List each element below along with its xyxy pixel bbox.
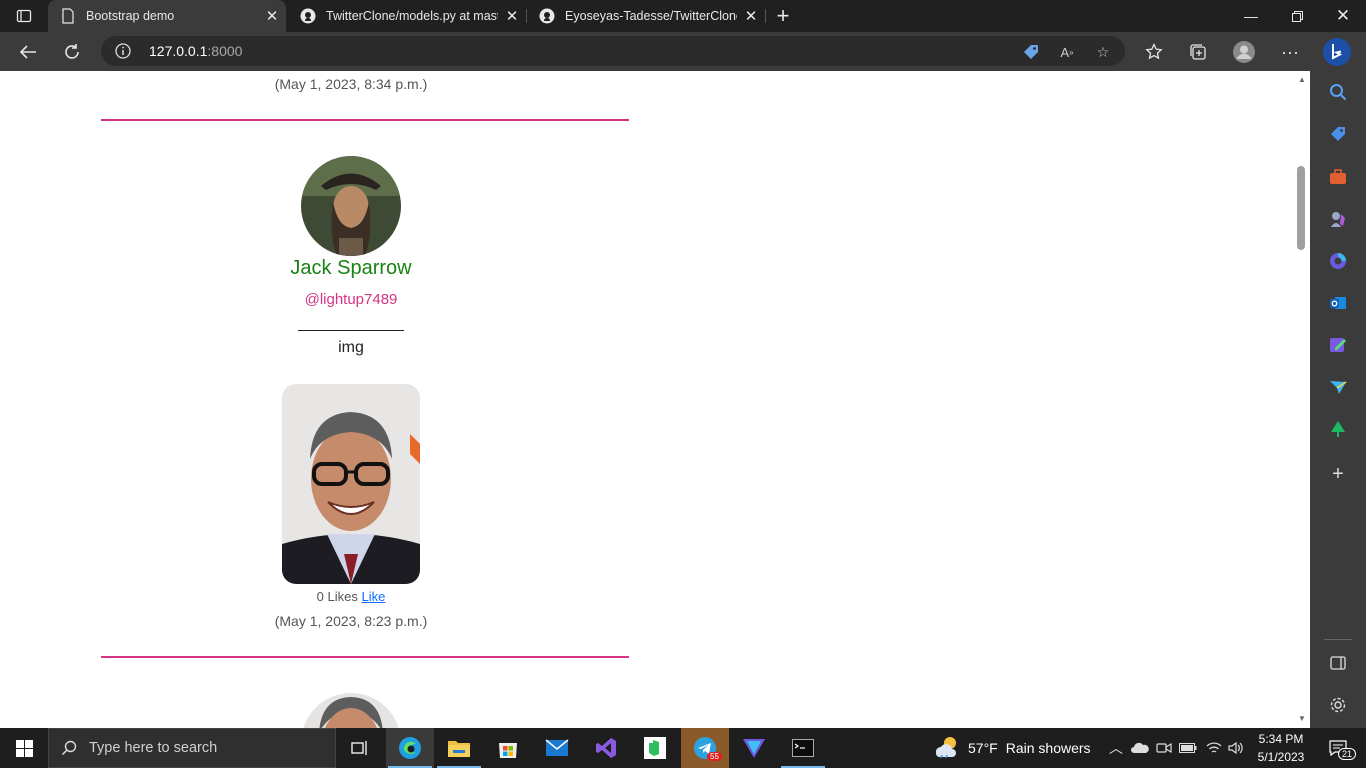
send-icon[interactable] — [1327, 376, 1349, 398]
close-tab-icon[interactable]: ✕ — [498, 0, 526, 32]
read-aloud-icon[interactable]: A» — [1057, 42, 1077, 62]
weather-description: Rain showers — [1005, 740, 1091, 756]
tab-actions-menu-icon[interactable] — [0, 0, 48, 32]
clock-date: 5/1/2023 — [1257, 750, 1305, 764]
text-separator-line — [298, 330, 404, 331]
games-icon[interactable] — [1327, 208, 1349, 230]
tab-title: TwitterClone/models.py at maste — [326, 9, 498, 23]
next-post-avatar[interactable] — [301, 693, 401, 728]
volume-icon[interactable] — [1224, 728, 1248, 768]
notification-center-icon[interactable]: 21 — [1318, 728, 1358, 768]
browser-tab-bar: Bootstrap demo ✕ TwitterClone/models.py … — [0, 0, 1366, 32]
page-viewport: (May 1, 2023, 8:34 p.m.) Jack Sparrow @l… — [0, 71, 1294, 728]
tab-bootstrap-demo[interactable]: Bootstrap demo ✕ — [48, 0, 286, 32]
close-tab-icon[interactable]: ✕ — [258, 0, 286, 32]
site-info-icon[interactable] — [115, 43, 131, 59]
post-divider — [101, 656, 629, 658]
onedrive-icon[interactable] — [1128, 728, 1152, 768]
settings-more-icon[interactable]: ··· — [1273, 35, 1307, 69]
mail-icon[interactable] — [533, 728, 581, 768]
github-icon — [300, 8, 316, 24]
add-favorite-icon[interactable]: ☆ — [1093, 42, 1113, 62]
restore-button[interactable] — [1274, 0, 1320, 32]
tab-twitterclone-repo[interactable]: Eyoseyas-Tadesse/TwitterClone: S ✕ — [527, 0, 765, 32]
meet-now-icon[interactable] — [1152, 728, 1176, 768]
task-view-icon[interactable] — [336, 728, 384, 768]
like-link[interactable]: Like — [361, 589, 385, 604]
browser-toolbar: 127.0.0.1:8000 A» ☆ ··· — [0, 32, 1366, 71]
taskbar-search-box[interactable]: Type here to search — [48, 728, 336, 768]
favorites-icon[interactable] — [1137, 35, 1171, 69]
edge-app-icon[interactable] — [386, 728, 434, 768]
system-clock[interactable]: 5:34 PM 5/1/2023 — [1250, 730, 1312, 766]
refresh-button[interactable] — [55, 35, 89, 69]
shopping-icon[interactable] — [1327, 123, 1349, 145]
sidebar-settings-icon[interactable] — [1327, 694, 1349, 716]
notification-count: 21 — [1338, 748, 1357, 760]
address-bar[interactable]: 127.0.0.1:8000 A» ☆ — [101, 36, 1125, 66]
battery-icon[interactable] — [1176, 728, 1200, 768]
post-date: (May 1, 2023, 8:34 p.m.) — [274, 76, 428, 92]
author-handle[interactable]: @lightup7489 — [101, 291, 601, 308]
terminal-icon[interactable] — [779, 728, 827, 768]
weather-temp: 57°F — [968, 740, 998, 756]
github-icon — [539, 8, 555, 24]
scroll-down-arrow[interactable]: ▼ — [1296, 714, 1308, 724]
search-placeholder: Type here to search — [89, 740, 218, 756]
wifi-icon[interactable] — [1202, 728, 1226, 768]
windows-start-icon[interactable] — [0, 728, 48, 768]
windows-taskbar: Type here to search 55 57°F Rain showers… — [0, 728, 1366, 768]
microsoft-365-icon[interactable] — [1327, 250, 1349, 272]
likes-row: 0 Likes Like — [101, 589, 601, 604]
minimize-button[interactable]: — — [1228, 0, 1274, 32]
close-window-button[interactable]: ✕ — [1320, 0, 1366, 32]
outlook-icon[interactable] — [1327, 292, 1349, 314]
tab-models-py[interactable]: TwitterClone/models.py at maste ✕ — [288, 0, 526, 32]
likes-count: 0 Likes — [316, 589, 358, 604]
post-image[interactable] — [282, 384, 420, 584]
close-tab-icon[interactable]: ✕ — [737, 0, 765, 32]
new-tab-button[interactable]: + — [768, 0, 798, 32]
edge-sidebar: + — [1310, 71, 1366, 728]
tab-title: Eyoseyas-Tadesse/TwitterClone: S — [565, 9, 737, 23]
vpn-icon[interactable] — [730, 728, 778, 768]
designer-icon[interactable] — [1327, 334, 1349, 356]
scrollbar-thumb[interactable] — [1297, 166, 1305, 250]
add-sidebar-app-icon[interactable]: + — [1327, 463, 1349, 485]
weather-widget[interactable]: 57°F Rain showers — [932, 728, 1091, 768]
post-text: img — [338, 339, 364, 356]
scroll-up-arrow[interactable]: ▲ — [1296, 75, 1308, 85]
clock-time: 5:34 PM — [1258, 732, 1304, 746]
telegram-icon[interactable]: 55 — [681, 728, 729, 768]
tools-icon[interactable] — [1327, 166, 1349, 188]
search-icon[interactable] — [1327, 81, 1349, 103]
microsoft-store-icon[interactable] — [484, 728, 532, 768]
profile-avatar[interactable] — [1227, 35, 1261, 69]
post-date: (May 1, 2023, 8:23 p.m.) — [274, 613, 428, 629]
author-avatar[interactable] — [301, 156, 401, 256]
page-icon — [60, 8, 76, 24]
file-explorer-icon[interactable] — [435, 728, 483, 768]
url-text: 127.0.0.1:8000 — [149, 43, 243, 59]
telegram-badge: 55 — [707, 752, 722, 761]
post-divider — [101, 119, 629, 121]
sidebar-divider — [1324, 639, 1352, 640]
hide-sidebar-icon[interactable] — [1327, 652, 1349, 674]
visual-studio-icon[interactable] — [582, 728, 630, 768]
tab-title: Bootstrap demo — [86, 9, 175, 23]
author-name[interactable]: Jack Sparrow — [101, 257, 601, 280]
back-button[interactable] — [11, 35, 45, 69]
evernote-icon[interactable] — [631, 728, 679, 768]
shopping-tag-icon[interactable] — [1021, 42, 1041, 62]
search-icon — [49, 740, 89, 756]
tree-icon[interactable] — [1327, 418, 1349, 440]
bing-copilot-icon[interactable] — [1320, 35, 1354, 69]
show-hidden-icons[interactable]: ︿ — [1104, 728, 1128, 768]
collections-icon[interactable] — [1181, 35, 1215, 69]
rain-cloud-icon — [932, 735, 960, 762]
